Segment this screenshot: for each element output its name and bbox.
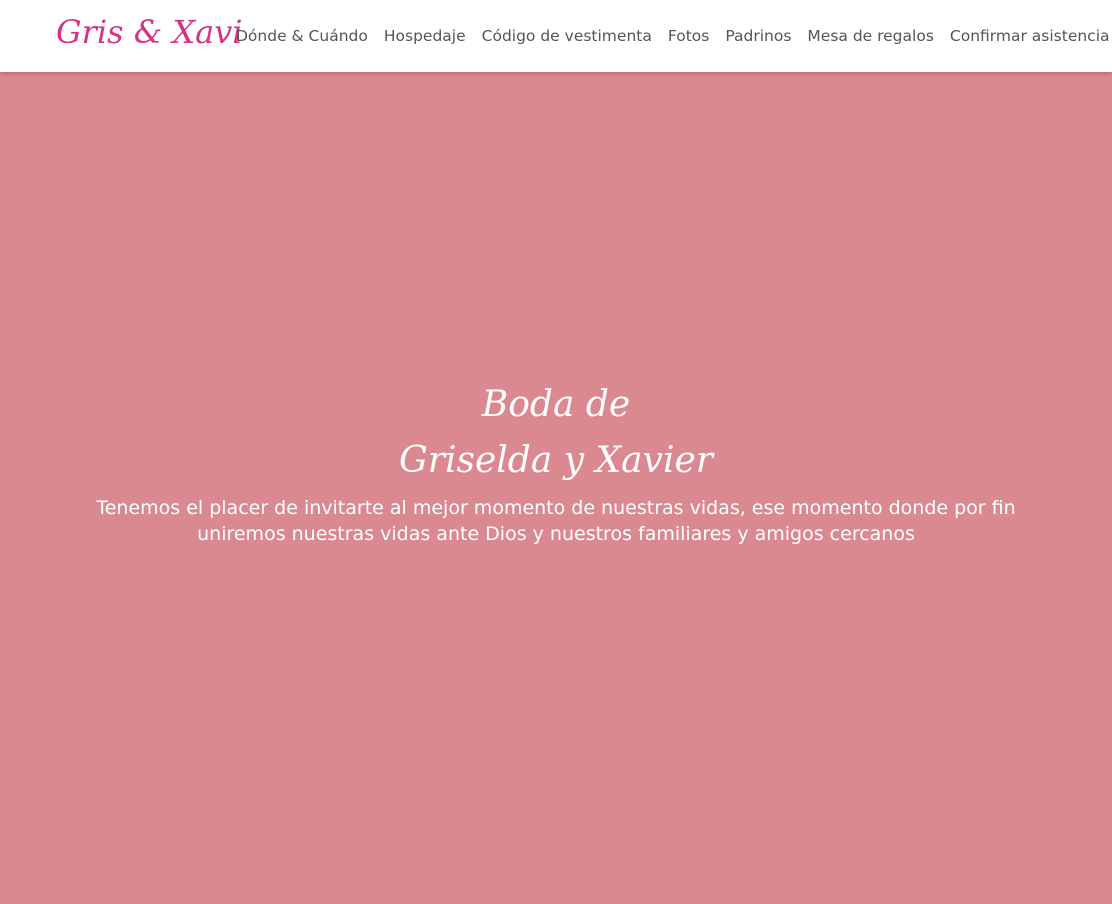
hero-invitation-text: Tenemos el placer de invitarte al mejor …: [96, 497, 1016, 545]
hero-section: Boda de Griselda y Xavier Tenemos el pla…: [0, 72, 1112, 904]
nav-item-padrinos: Padrinos: [717, 0, 799, 72]
brand-logo-link[interactable]: Gris & Xavi: [56, 4, 243, 60]
nav-item-confirmar-asistencia: Confirmar asistencia: [942, 0, 1112, 72]
hero-title: Boda de Griselda y Xavier: [0, 377, 1112, 489]
nav-item-hospedaje: Hospedaje: [376, 0, 474, 72]
nav-item-mesa-regalos: Mesa de regalos: [799, 0, 941, 72]
nav-link-codigo-vestimenta[interactable]: Código de vestimenta: [474, 0, 660, 72]
nav-link-padrinos[interactable]: Padrinos: [717, 0, 799, 72]
navbar: Gris & Xavi Dónde & Cuándo Hospedaje Cód…: [0, 0, 1112, 72]
hero-title-line-2: Griselda y Xavier: [399, 440, 713, 481]
nav-item-fotos: Fotos: [660, 0, 717, 72]
nav-link-fotos[interactable]: Fotos: [660, 0, 717, 72]
nav-link-mesa-regalos[interactable]: Mesa de regalos: [799, 0, 941, 72]
nav-link-donde-cuando[interactable]: Dónde & Cuándo: [228, 0, 376, 72]
hero-title-line-1: Boda de: [481, 384, 631, 425]
hero-content: Boda de Griselda y Xavier Tenemos el pla…: [0, 377, 1112, 547]
nav-menu: Dónde & Cuándo Hospedaje Código de vesti…: [228, 0, 1112, 72]
nav-item-codigo-vestimenta: Código de vestimenta: [474, 0, 660, 72]
nav-item-donde-cuando: Dónde & Cuándo: [228, 0, 376, 72]
nav-link-confirmar-asistencia[interactable]: Confirmar asistencia: [942, 0, 1112, 72]
nav-link-hospedaje[interactable]: Hospedaje: [376, 0, 474, 72]
